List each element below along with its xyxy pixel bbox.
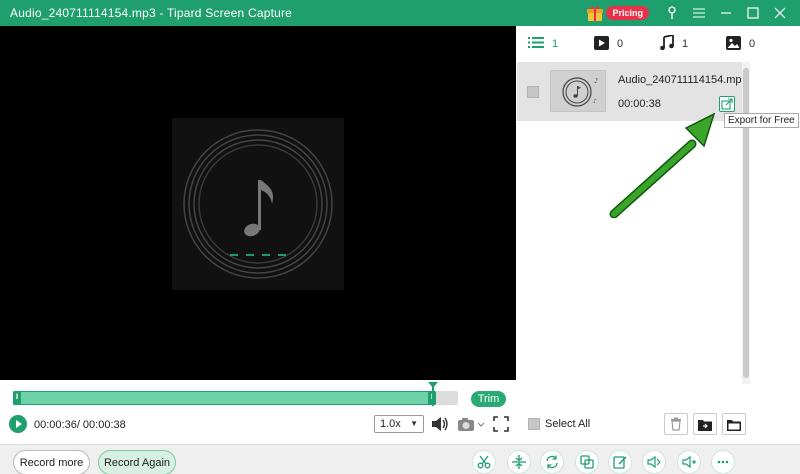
folder-icon <box>727 419 741 431</box>
svg-text:♪: ♪ <box>593 98 597 105</box>
recording-list-panel: 1 0 1 0 ♪ ♪ ♪ Audio_240711114154.mp3 00:… <box>516 26 800 444</box>
media-filter-tabs: 1 0 1 0 <box>516 26 800 62</box>
more-icon <box>717 460 729 464</box>
music-icon <box>660 33 674 53</box>
audio-icon <box>682 455 696 469</box>
video-icon <box>594 35 609 53</box>
item-checkbox[interactable] <box>527 86 539 98</box>
menu-icon[interactable] <box>687 0 711 26</box>
volume-boost-tool[interactable] <box>642 450 666 474</box>
open-folder-button[interactable] <box>722 413 746 435</box>
minimize-icon[interactable] <box>714 0 738 26</box>
delete-button[interactable] <box>664 413 688 435</box>
maximize-icon[interactable] <box>741 0 765 26</box>
speed-select[interactable]: 1.0x ▼ <box>374 415 424 433</box>
trash-icon <box>671 417 681 431</box>
volume-icon[interactable] <box>430 414 450 434</box>
image-icon <box>726 35 741 53</box>
tab-audio[interactable]: 1 <box>660 33 714 53</box>
volume-boost-icon <box>647 455 661 469</box>
tab-count: 0 <box>749 38 756 50</box>
media-preview[interactable] <box>0 26 516 380</box>
list-scrollbar[interactable] <box>742 62 750 384</box>
tab-video[interactable]: 0 <box>594 35 648 53</box>
select-all-label[interactable]: Select All <box>545 418 590 430</box>
export-icon <box>721 98 733 110</box>
chevron-down-icon: ▼ <box>410 419 418 428</box>
edit-icon <box>613 456 627 469</box>
tab-all[interactable]: 1 <box>528 36 582 52</box>
gift-icon[interactable] <box>586 4 604 22</box>
time-display: 00:00:36/ 00:00:38 <box>34 419 126 431</box>
annotation-arrow <box>609 112 716 218</box>
file-name: Audio_240711114154.mp3 <box>618 74 748 86</box>
trim-start-handle[interactable]: ǁ <box>13 391 21 405</box>
compress-tool[interactable] <box>575 450 599 474</box>
folder-import-icon <box>698 419 712 431</box>
play-button[interactable] <box>9 415 27 433</box>
music-disc-icon <box>183 129 333 279</box>
close-icon[interactable] <box>768 0 792 26</box>
import-button[interactable] <box>693 413 717 435</box>
fullscreen-icon[interactable] <box>491 414 511 434</box>
edit-tool[interactable] <box>608 450 632 474</box>
title-bar: Audio_240711114154.mp3 - Tipard Screen C… <box>0 0 800 26</box>
playhead[interactable] <box>428 382 438 406</box>
compress-icon <box>580 455 594 469</box>
record-more-button[interactable]: Record more <box>13 450 90 474</box>
scissors-tool[interactable] <box>472 450 496 474</box>
merge-icon <box>512 455 526 469</box>
scissors-icon <box>477 455 491 469</box>
svg-text:♪: ♪ <box>562 84 566 91</box>
convert-icon <box>546 455 558 469</box>
list-icon <box>528 36 544 52</box>
audio-thumbnail: ♪ ♪ ♪ <box>550 70 606 112</box>
pricing-badge[interactable]: Pricing <box>606 6 649 20</box>
more-tool[interactable] <box>711 450 735 474</box>
pin-icon[interactable] <box>660 0 684 26</box>
svg-text:♪: ♪ <box>594 77 598 85</box>
tab-count: 0 <box>617 38 624 50</box>
speed-value: 1.0x <box>380 418 401 430</box>
tab-count: 1 <box>682 38 689 50</box>
export-button[interactable] <box>719 96 735 112</box>
title-bar-controls: Pricing <box>586 0 800 26</box>
tab-count: 1 <box>552 38 559 50</box>
export-tooltip: Export for Free <box>724 113 799 128</box>
tab-image[interactable]: 0 <box>726 35 780 53</box>
audio-artwork <box>172 118 344 290</box>
trim-button[interactable]: Trim <box>471 391 506 407</box>
window-title: Audio_240711114154.mp3 - Tipard Screen C… <box>10 6 293 20</box>
timeline-track[interactable]: ǁ ǁ <box>13 391 458 405</box>
select-all-checkbox[interactable] <box>528 418 540 430</box>
timeline-area: ǁ ǁ Trim <box>0 380 516 444</box>
convert-tool[interactable] <box>540 450 564 474</box>
music-disc-icon: ♪ ♪ ♪ <box>562 77 598 107</box>
camera-icon[interactable] <box>456 414 486 434</box>
record-again-button[interactable]: Record Again <box>98 450 176 474</box>
timeline-selection[interactable] <box>13 391 436 405</box>
merge-tool[interactable] <box>507 450 531 474</box>
audio-tool[interactable] <box>677 450 701 474</box>
